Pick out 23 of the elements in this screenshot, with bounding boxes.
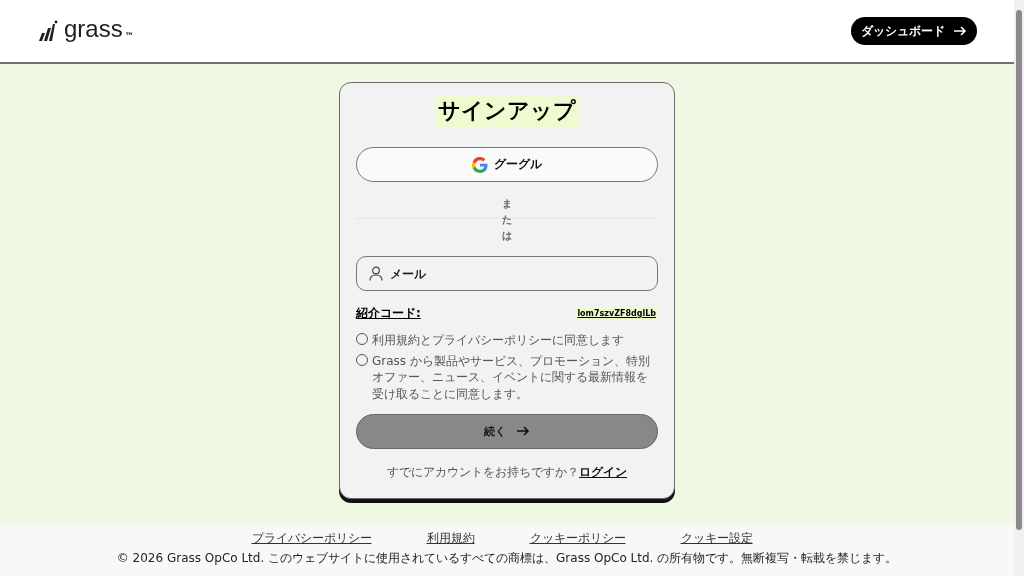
google-icon	[472, 156, 488, 173]
login-link[interactable]: ログイン	[579, 464, 627, 480]
footer-link[interactable]: プライバシーポリシー	[251, 530, 372, 547]
trademark: ™	[124, 31, 134, 41]
email-field[interactable]: メール	[356, 256, 658, 291]
login-prompt: すでにアカウントをお持ちですか？	[387, 464, 579, 480]
arrow-icon	[516, 426, 530, 437]
copyright-text: © 2026 Grass OpCo Ltd. このウェブサイトに使用されているすべての商標は、Grass OpCo Ltd. の所有物です。無断複写・転載を禁じます。	[116, 550, 898, 567]
logo-icon	[38, 20, 58, 42]
referral-code: lom7szvZF8dglLb	[575, 308, 658, 319]
footer-link[interactable]: 利用規約	[426, 530, 475, 547]
divider-text: または	[500, 196, 514, 244]
consent-text: 利用規約とプライバシーポリシーに同意します	[372, 332, 624, 349]
google-button[interactable]: グーグル	[356, 147, 658, 182]
footer-link[interactable]: クッキーポリシー	[529, 530, 626, 547]
signup-title: サインアップ	[435, 95, 579, 127]
dashboard-button[interactable]: ダッシュボード	[851, 17, 977, 45]
logo-text: grass	[64, 15, 123, 43]
referral-label: 紹介コード:	[356, 305, 421, 322]
scrollbar[interactable]	[1014, 0, 1024, 576]
footer-link[interactable]: クッキー設定	[680, 530, 753, 547]
consent-text: Grass から製品やサービス、プロモーション、特別オファー、ニュース、イベントに関する最新情報を受け取ることに同意します。	[372, 353, 651, 402]
arrow-icon	[953, 26, 967, 36]
